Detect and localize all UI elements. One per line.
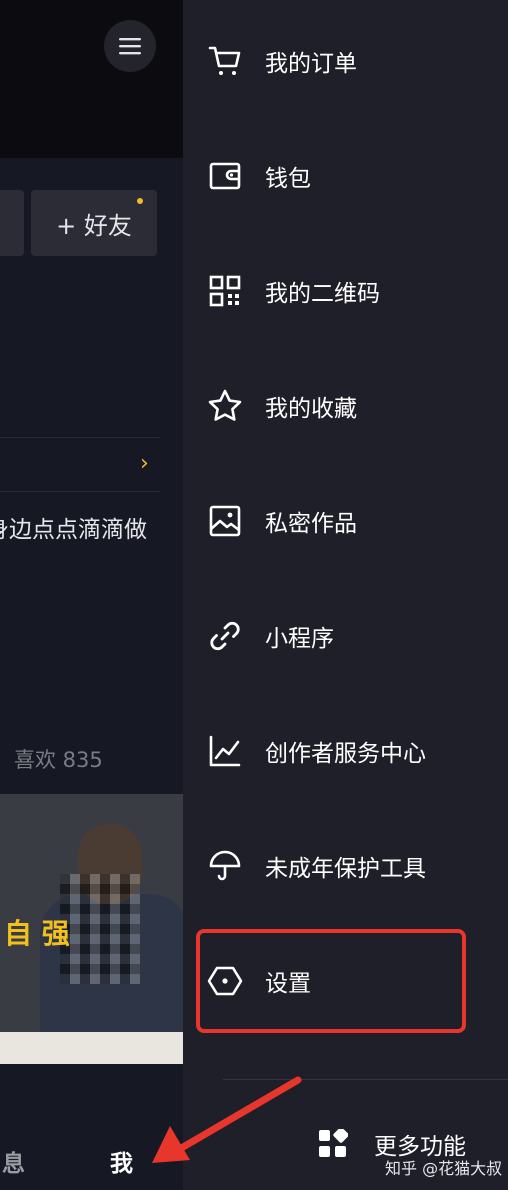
notification-dot [137,198,143,204]
menu-item-label: 小程序 [265,626,334,652]
thumbnail-text: 自 强 [4,917,70,950]
wallet-icon [207,158,243,194]
chevron-right-icon[interactable]: › [140,452,149,476]
star-icon [207,388,243,424]
cart-icon [207,43,243,79]
menu-item-label: 我的二维码 [265,281,380,307]
menu-item-label: 未成年保护工具 [265,856,426,882]
profile-background: + 好友 › 身边点点滴滴做 喜欢 835 自 强 息 我 [0,0,183,1190]
divider [223,1079,508,1080]
edit-profile-button[interactable] [0,190,24,256]
menu-item-private-works[interactable]: 私密作品 [207,491,497,551]
video-thumbnail[interactable]: 自 强 [0,794,183,1064]
menu-button[interactable] [104,20,156,72]
nav-messages[interactable]: 息 [2,1144,25,1178]
profile-header [0,0,183,158]
menu-item-label: 钱包 [265,166,311,192]
menu-item-orders[interactable]: 我的订单 [207,31,497,91]
add-friend-button[interactable]: + 好友 [31,190,157,256]
qrcode-icon [207,273,243,309]
watermark: 知乎 @花猫大叔 [385,1159,503,1178]
umbrella-icon [207,848,243,884]
mosaic-blur [60,874,140,984]
divider [0,437,160,438]
grid-icon [318,1129,348,1159]
image-icon [207,503,243,539]
menu-item-minor-protection[interactable]: 未成年保护工具 [207,836,497,896]
link-icon [207,618,243,654]
chart-icon [207,733,243,769]
menu-item-label: 私密作品 [265,511,357,537]
thumbnail-caption-bar [0,1032,183,1064]
menu-item-label: 我的收藏 [265,396,357,422]
nav-me[interactable]: 我 [110,1144,133,1178]
menu-item-label: 创作者服务中心 [265,741,426,767]
settings-highlight-box [196,929,466,1033]
divider [0,491,160,492]
menu-item-creator-center[interactable]: 创作者服务中心 [207,721,497,781]
menu-item-wallet[interactable]: 钱包 [207,146,497,206]
profile-bio: 身边点点滴滴做 [0,517,147,543]
menu-item-qrcode[interactable]: 我的二维码 [207,261,497,321]
add-friend-label: + 好友 [56,211,132,240]
menu-item-mini-programs[interactable]: 小程序 [207,606,497,666]
bottom-nav [0,1110,183,1190]
menu-item-label: 我的订单 [265,51,357,77]
menu-item-favorites[interactable]: 我的收藏 [207,376,497,436]
side-drawer: 我的订单 钱包 我的二维码 我的收藏 私密作品 小程序 创作者服务中心 未成年保… [183,0,508,1190]
likes-tab[interactable]: 喜欢 835 [14,744,103,774]
hamburger-icon [119,38,141,55]
